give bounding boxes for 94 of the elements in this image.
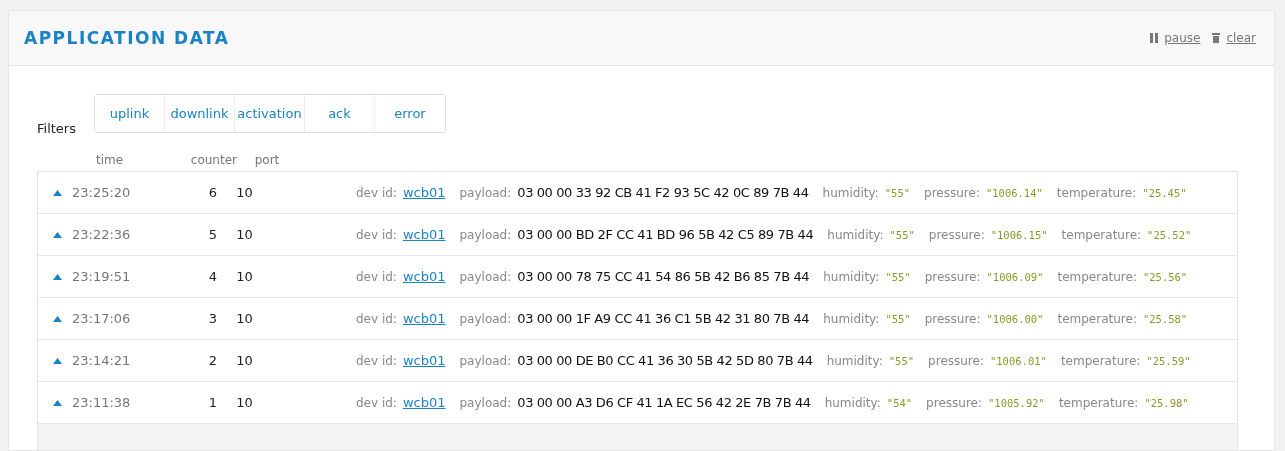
field-label: humidity: (827, 227, 884, 242)
field-label: payload: (459, 395, 512, 410)
uplink-arrow-icon (52, 231, 62, 238)
port-cell-text: 10 (235, 395, 254, 410)
time-cell-text: 23:17:06 (72, 311, 132, 326)
time-cell-text: 23:22:36 (72, 227, 132, 242)
dev-id-link[interactable]: wcb01 (402, 185, 446, 200)
uplink-arrow-icon (52, 315, 62, 322)
field-label: temperature: (1057, 269, 1137, 284)
field-label: humidity: (822, 185, 879, 200)
field-value: "1006.15" (990, 228, 1048, 241)
filter-button[interactable]: uplink (94, 95, 165, 132)
field-value: "1006.00" (986, 312, 1044, 325)
dev-id-link[interactable]: wcb01 (402, 395, 446, 410)
field-label: dev id: (356, 185, 397, 200)
filters-label: Filters (37, 121, 76, 136)
time-cell-text: 23:11:38 (72, 395, 132, 410)
field-value: "25.56" (1142, 270, 1188, 283)
port-cell-text: 10 (235, 227, 254, 242)
payload-value: 03 00 00 33 92 CB 41 F2 93 5C 42 0C 89 7B 44 (517, 185, 809, 200)
field-label: payload: (459, 353, 512, 368)
time-cell-text: 23:14:21 (72, 353, 132, 368)
field-label: payload: (459, 269, 512, 284)
dev-id-link[interactable]: wcb01 (402, 353, 446, 368)
field-value: "25.98" (1144, 396, 1189, 409)
field-label: pressure: (924, 311, 981, 326)
field-label: payload: (459, 227, 512, 242)
counter-cell-text: 5 (207, 227, 217, 242)
payload-value: 03 00 00 78 75 CC 41 54 86 5B 42 B6 85 7B 44 (517, 269, 810, 284)
field-label: temperature: (1056, 185, 1137, 200)
uplink-arrow-icon (52, 189, 62, 196)
time-cell-text: 23:25:20 (72, 185, 132, 200)
uplink-arrow-icon (52, 273, 62, 280)
field-value: "55" (889, 228, 915, 241)
field-value: "55" (885, 312, 911, 325)
dev-id-link[interactable]: wcb01 (402, 311, 446, 326)
field-value: "54" (886, 396, 913, 409)
field-value: "1005.92" (988, 396, 1045, 409)
field-label: pressure: (928, 353, 984, 368)
field-label: temperature: (1060, 353, 1141, 368)
counter-cell-text: 3 (207, 311, 217, 326)
field-label: pressure: (924, 185, 980, 200)
port-cell-text: 10 (235, 311, 254, 326)
dev-id-link[interactable]: wcb01 (402, 227, 446, 242)
field-value: "25.58" (1142, 312, 1188, 325)
dev-id-link[interactable]: wcb01 (402, 269, 446, 284)
counter-cell-text: 4 (207, 269, 217, 284)
field-value: "1006.01" (989, 354, 1047, 367)
counter-cell-text: 6 (207, 185, 217, 200)
field-label: payload: (459, 185, 512, 200)
field-value: "55" (888, 354, 915, 367)
time-cell-text: 23:19:51 (72, 269, 132, 284)
uplink-arrow-icon (52, 399, 62, 406)
panel-title: APPLICATION DATA (24, 28, 230, 48)
field-label: payload: (459, 311, 512, 326)
counter-cell-text: 2 (207, 353, 217, 368)
payload-value: 03 00 00 BD 2F CC 41 BD 96 5B 42 C5 89 7B 44 (517, 227, 814, 242)
counter-cell-text: 1 (207, 395, 217, 410)
field-label: pressure: (924, 269, 981, 284)
field-label: humidity: (824, 395, 881, 410)
pause-link[interactable]: pause (1150, 31, 1201, 45)
field-label: temperature: (1061, 227, 1142, 242)
field-value: "1006.09" (986, 270, 1044, 283)
field-label: dev id: (356, 227, 397, 242)
field-label: temperature: (1057, 311, 1137, 326)
field-label: temperature: (1058, 395, 1139, 410)
field-value: "25.52" (1147, 228, 1192, 241)
pause-icon (1150, 33, 1159, 43)
payload-value: 03 00 00 DE B0 CC 41 36 30 5B 42 5D 80 7B 44 (517, 353, 813, 368)
column-header: port (253, 153, 281, 167)
field-label: pressure: (926, 395, 982, 410)
field-value: "1006.14" (985, 186, 1043, 199)
payload-value: 03 00 00 A3 D6 CF 41 1A EC 56 42 2E 7B 7B 44 (517, 395, 811, 410)
field-label: dev id: (356, 353, 397, 368)
field-value: "55" (885, 270, 911, 283)
field-label: dev id: (356, 269, 397, 284)
field-label: humidity: (823, 311, 880, 326)
trash-icon (1212, 33, 1221, 43)
clear-link[interactable]: clear (1212, 31, 1256, 45)
port-cell-text: 10 (235, 185, 254, 200)
field-label: dev id: (356, 395, 397, 410)
column-header: time (94, 153, 125, 167)
field-label: pressure: (928, 227, 985, 242)
field-value: "25.59" (1146, 354, 1191, 367)
column-header: counter (189, 153, 237, 167)
payload-value: 03 00 00 1F A9 CC 41 36 C1 5B 42 31 80 7B 44 (517, 311, 810, 326)
field-label: dev id: (356, 311, 397, 326)
field-label: humidity: (826, 353, 883, 368)
port-cell-text: 10 (235, 269, 254, 284)
field-value: "25.45" (1142, 186, 1187, 199)
uplink-arrow-icon (52, 357, 62, 364)
port-cell-text: 10 (235, 353, 254, 368)
field-label: humidity: (823, 269, 880, 284)
field-value: "55" (884, 186, 911, 199)
